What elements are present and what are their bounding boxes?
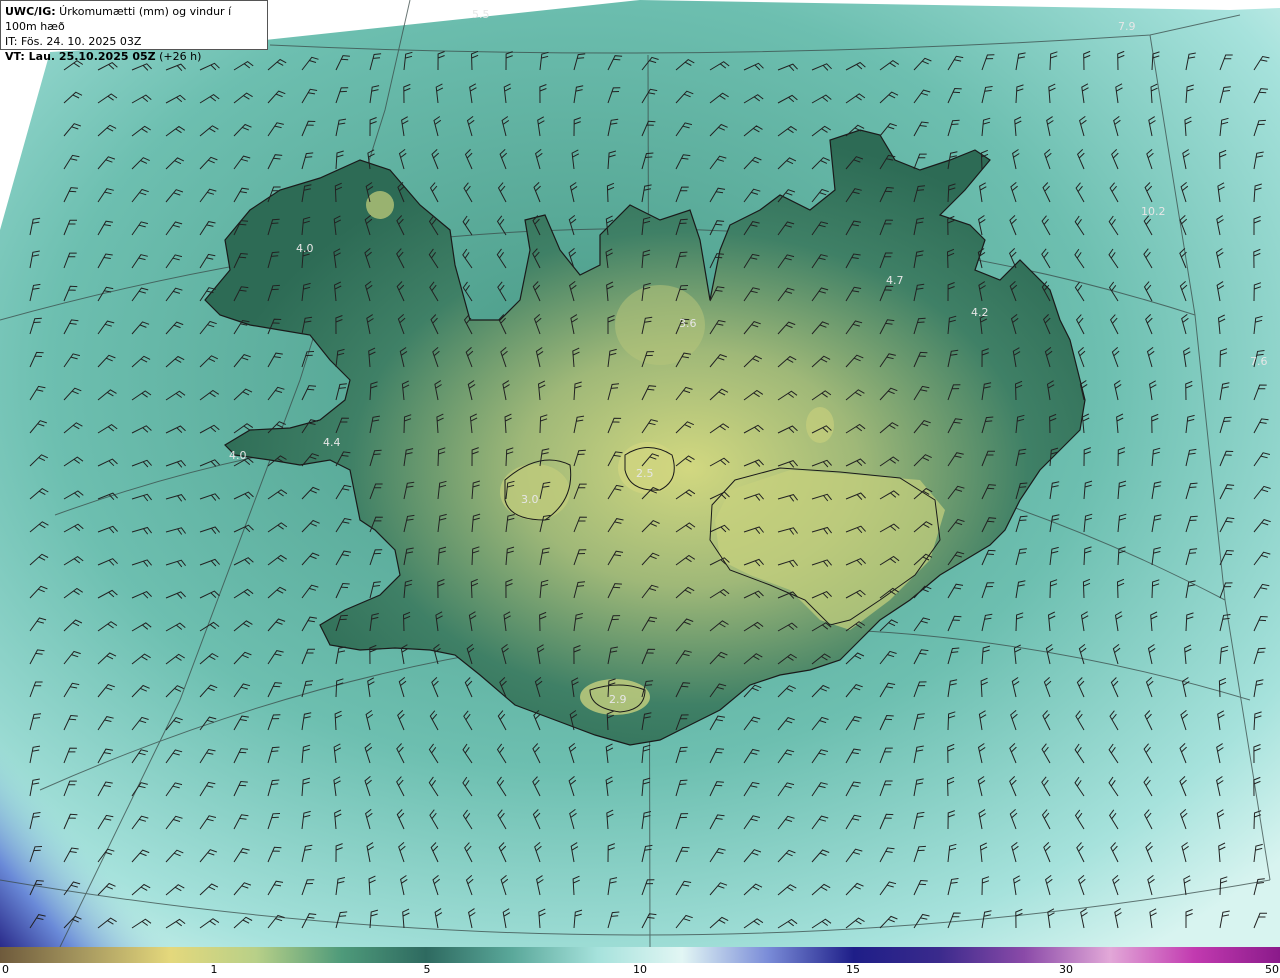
value-label: 4.4: [323, 436, 341, 449]
colorbar-tick: 10: [633, 963, 647, 976]
colorbar-tick: 5: [423, 963, 431, 976]
colorbar-ticks: 0 1 5 10 15 30 50: [0, 963, 1280, 978]
initial-time: IT: Fös. 24. 10. 2025 03Z: [5, 35, 142, 48]
value-label: 4.0: [229, 449, 247, 462]
value-label: 4.7: [886, 274, 904, 287]
value-label: 3.0: [521, 493, 539, 506]
value-label: 3.6: [679, 317, 697, 330]
value-label: 7.9: [1118, 20, 1136, 33]
model-name: UWC/IG:: [5, 5, 56, 18]
valid-time: VT: Lau. 25.10.2025 05Z: [5, 50, 156, 63]
colorbar-tick: 30: [1059, 963, 1073, 976]
colorbar-tick: 0: [2, 963, 9, 976]
value-label: 2.9: [609, 693, 627, 706]
precipitation-colorbar: [0, 947, 1280, 963]
value-label: 4.2: [971, 306, 989, 319]
value-label: 4.0: [296, 242, 314, 255]
colorbar-tick: 50: [1265, 963, 1279, 976]
map-info-box: UWC/IG: Úrkomumætti (mm) og vindur í 100…: [0, 0, 268, 63]
value-label: 7.6: [1250, 355, 1268, 368]
colorbar-tick: 1: [210, 963, 218, 976]
colorbar-tick: 15: [846, 963, 860, 976]
value-label: 2.5: [636, 467, 654, 480]
precipitation-map: 5.5 7.9 4.0 3.6 4.7 4.2 7.6 4.4 4.0 3.0 …: [0, 0, 1280, 947]
value-label: 10.2: [1141, 205, 1166, 218]
value-label: 5.5: [472, 8, 490, 21]
forecast-offset: (+26 h): [155, 50, 202, 63]
